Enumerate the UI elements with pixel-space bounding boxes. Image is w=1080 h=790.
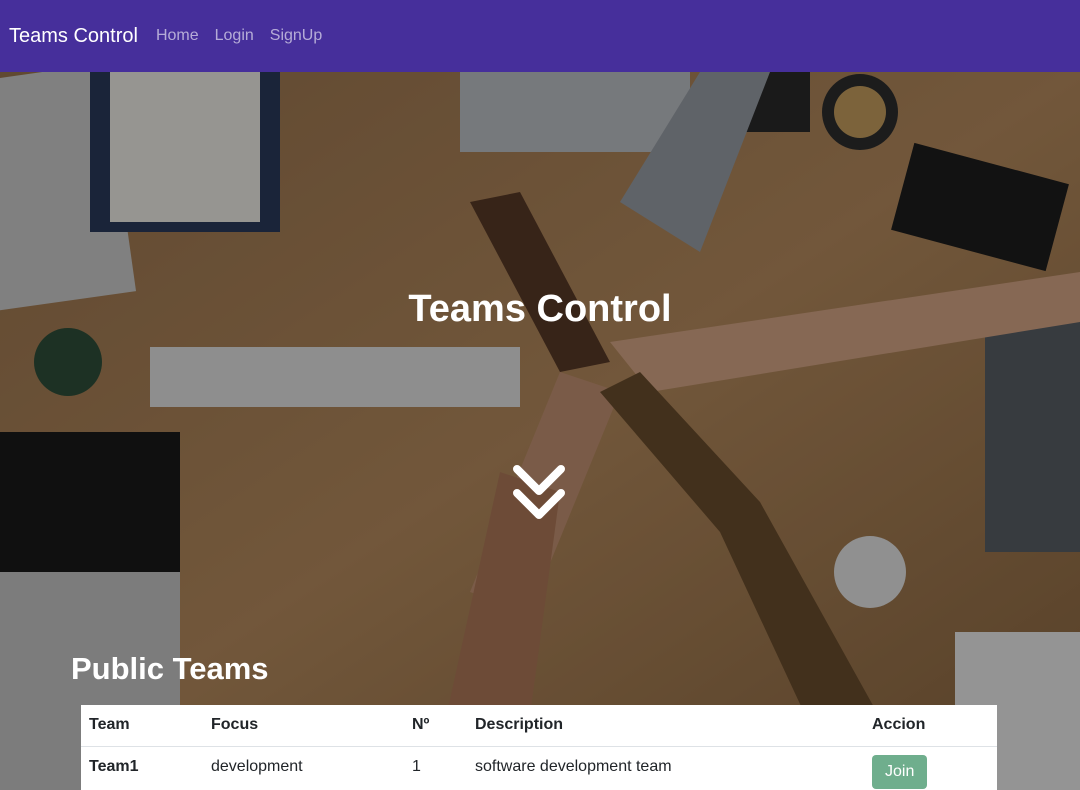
hero-title: Teams Control bbox=[408, 288, 672, 330]
column-header-number: Nº bbox=[404, 705, 467, 747]
public-teams-table: Team Focus Nº Description Accion Team1 d… bbox=[81, 705, 997, 790]
nav-link-login[interactable]: Login bbox=[215, 27, 254, 45]
team-focus-cell: development bbox=[211, 758, 303, 775]
hero-section: Teams Control Public Teams Team Focus Nº… bbox=[0, 72, 1080, 790]
public-teams-heading: Public Teams bbox=[71, 651, 269, 686]
column-header-focus: Focus bbox=[203, 705, 404, 747]
column-header-team: Team bbox=[81, 705, 203, 747]
table-row: Team1 development 1 software development… bbox=[81, 747, 997, 790]
table-header-row: Team Focus Nº Description Accion bbox=[81, 705, 997, 747]
column-header-description: Description bbox=[467, 705, 864, 747]
team-action-cell: Join bbox=[864, 747, 997, 790]
column-header-action: Accion bbox=[864, 705, 997, 747]
join-button[interactable]: Join bbox=[872, 755, 928, 789]
team-number-cell: 1 bbox=[412, 758, 421, 775]
navbar: Teams Control Home Login SignUp bbox=[0, 0, 1080, 72]
double-chevron-down-icon[interactable] bbox=[512, 464, 566, 522]
team-name-cell: Team1 bbox=[89, 758, 139, 775]
brand-link[interactable]: Teams Control bbox=[9, 25, 138, 48]
team-description-cell: software development team bbox=[475, 758, 672, 775]
nav-link-home[interactable]: Home bbox=[156, 27, 199, 45]
nav-link-signup[interactable]: SignUp bbox=[270, 27, 322, 45]
